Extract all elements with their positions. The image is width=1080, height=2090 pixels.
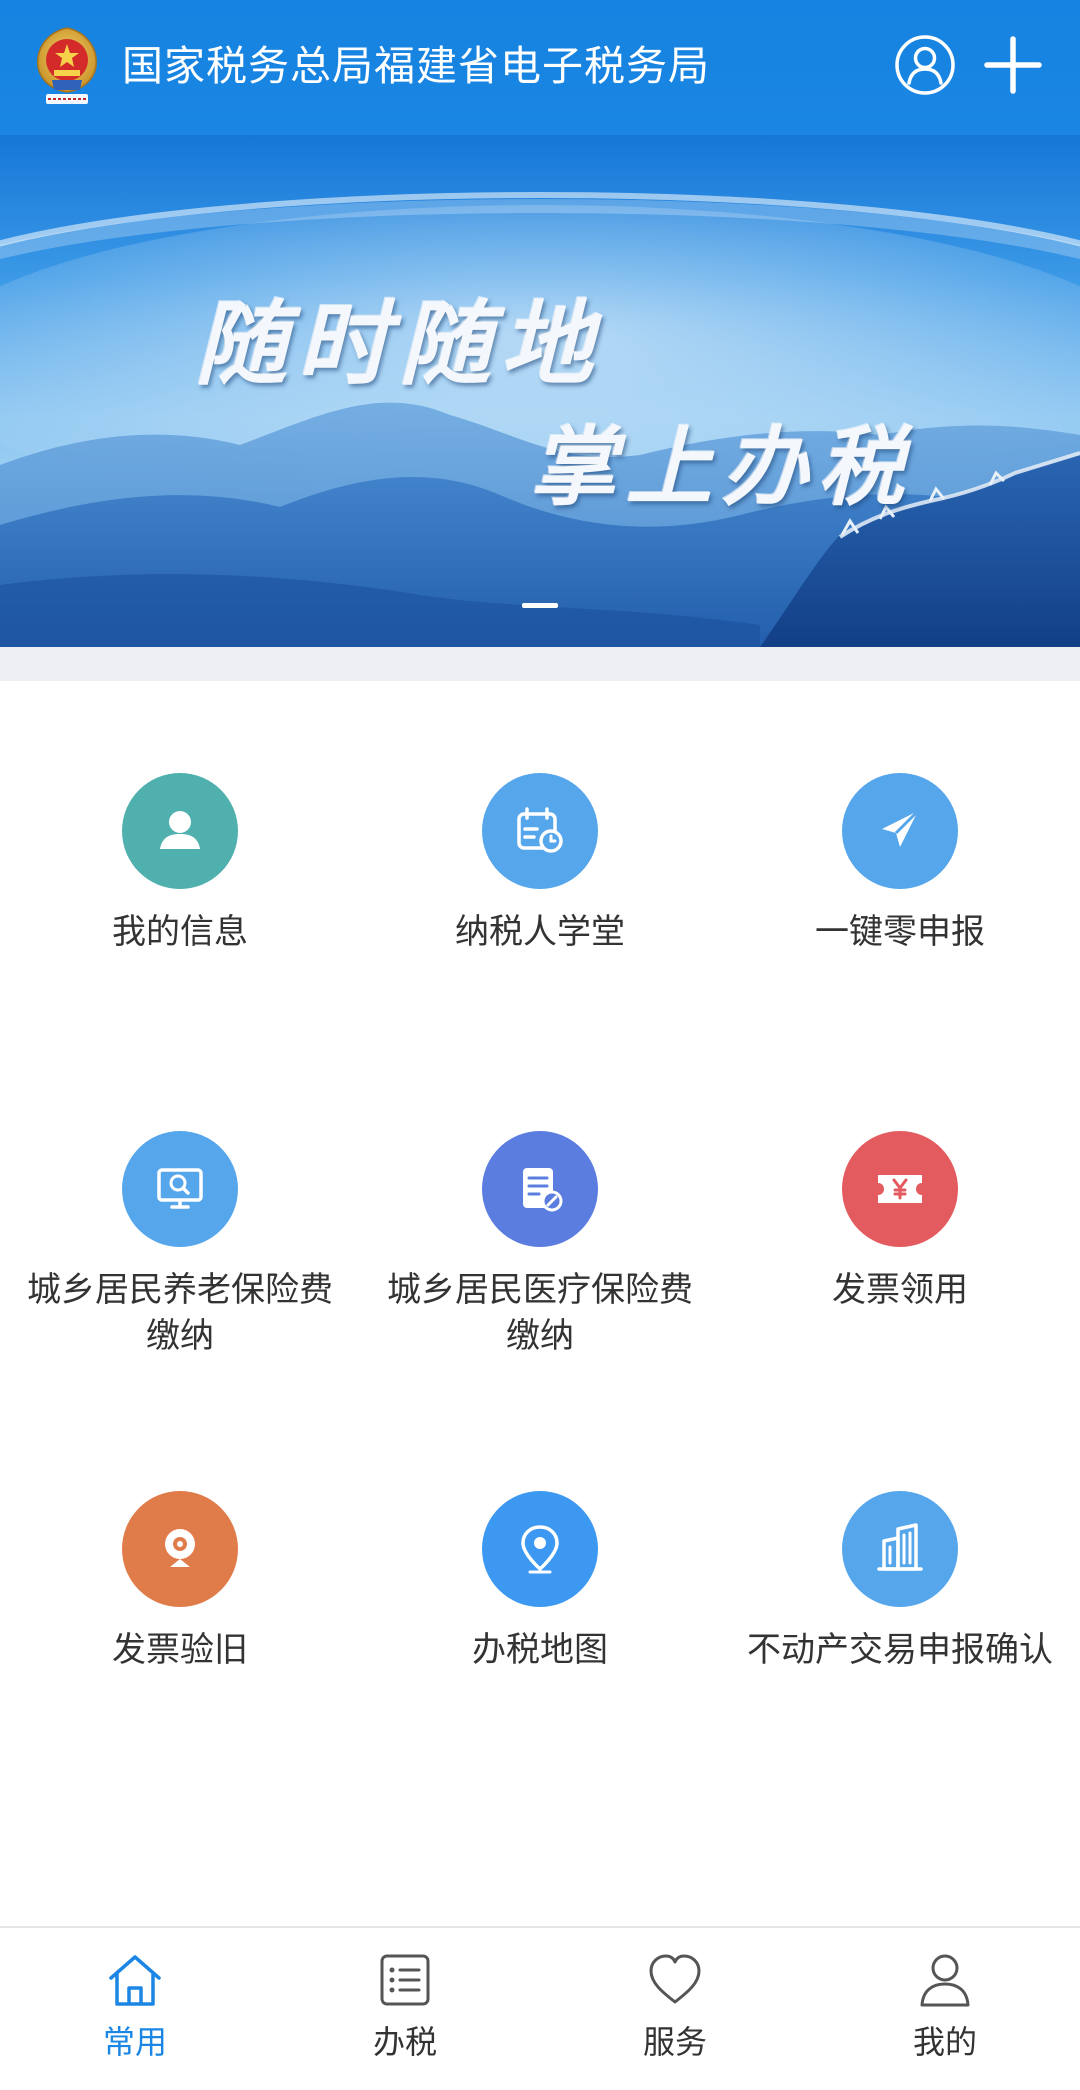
list-icon [375,1950,435,2010]
carousel-indicator[interactable] [522,603,558,608]
paper-plane-icon [882,809,920,847]
tax-bureau-emblem-icon [30,20,104,110]
real-estate-circle [842,1491,958,1607]
user-circle-icon [895,35,955,95]
service-my-info[interactable]: 我的信息 [0,681,360,981]
service-pension-insurance[interactable]: 城乡居民养老保险费缴纳 [0,1039,360,1356]
person-icon [915,1950,975,2010]
monitor-search-icon [157,1168,203,1209]
taxpayer-school-circle [482,773,598,889]
app-root: 国家税务总局福建省电子税务局 随时随地 掌上办税 我的信息 纳税人学堂 一键零申… [0,0,1080,2090]
tab-label: 办税 [372,2023,437,2061]
header-bar: 国家税务总局福建省电子税务局 [0,0,1080,135]
service-label: 发票验旧 [112,1630,248,1670]
banner-carousel[interactable]: 随时随地 掌上办税 [0,135,1080,647]
add-button[interactable] [978,30,1048,100]
user-icon [160,811,200,849]
my-info-circle [122,773,238,889]
service-label: 我的信息 [112,912,248,952]
bottom-tab-bar: 常用 办税 服务 我的 [0,1926,1080,2090]
document-edit-icon [523,1168,563,1212]
service-invoice-collect[interactable]: 发票领用 [720,1039,1080,1339]
tab-common[interactable]: 常用 [0,1928,270,2090]
invoice-verify-circle [122,1491,238,1607]
map-pin-icon [521,1525,559,1574]
buildings-icon [877,1523,923,1571]
medical-insurance-circle [482,1131,598,1247]
banner-slogan-line1: 随时随地 [195,290,604,398]
tab-label: 服务 [642,2023,707,2061]
zero-declaration-circle [842,773,958,889]
service-taxpayer-school[interactable]: 纳税人学堂 [360,681,720,981]
app-title: 国家税务总局福建省电子税务局 [122,42,710,90]
pension-insurance-circle [122,1131,238,1247]
calendar-clock-icon [517,807,563,853]
tab-label: 常用 [102,2023,167,2061]
plus-icon [984,36,1042,94]
home-icon [105,1950,165,2010]
tab-tax[interactable]: 办税 [270,1928,540,2090]
service-real-estate[interactable]: 不动产交易申报确认 [720,1399,1080,1699]
section-divider [0,647,1080,681]
service-label: 一键零申报 [815,912,985,952]
service-tax-map[interactable]: 办税地图 [360,1399,720,1699]
tax-map-circle [482,1491,598,1607]
service-label: 城乡居民医疗保险费缴纳 [387,1270,693,1356]
invoice-collect-circle [842,1131,958,1247]
service-medical-insurance[interactable]: 城乡居民医疗保险费缴纳 [360,1039,720,1356]
ticket-yuan-icon [878,1175,922,1203]
tab-label: 我的 [912,2023,977,2061]
service-label: 城乡居民养老保险费缴纳 [27,1270,333,1356]
service-zero-declaration[interactable]: 一键零申报 [720,681,1080,981]
service-label: 不动产交易申报确认 [747,1630,1053,1670]
banner-slogan-line2: 掌上办税 [530,417,914,518]
heart-icon [645,1950,705,2010]
service-label: 办税地图 [472,1630,608,1670]
webcam-icon [165,1529,195,1567]
tab-service[interactable]: 服务 [540,1928,810,2090]
user-circle-button[interactable] [890,30,960,100]
service-label: 发票领用 [832,1270,968,1310]
tab-mine[interactable]: 我的 [810,1928,1080,2090]
service-label: 纳税人学堂 [455,912,625,952]
service-invoice-verify[interactable]: 发票验旧 [0,1399,360,1699]
service-grid: 我的信息 纳税人学堂 一键零申报 城乡居民养老保险费缴纳 城乡居民医疗保险费缴纳… [0,681,1080,1926]
